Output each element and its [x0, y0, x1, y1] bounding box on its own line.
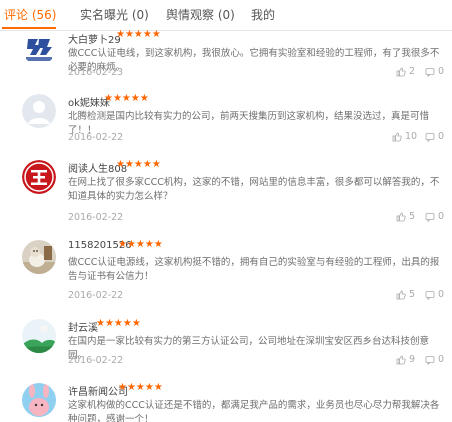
like-count: 9	[409, 354, 416, 365]
user-avatar[interactable]	[22, 240, 56, 274]
like-count: 5	[409, 211, 416, 222]
like-button[interactable]: 9	[396, 354, 415, 365]
comment-icon	[425, 355, 435, 365]
comment-button[interactable]: 0	[425, 354, 444, 365]
like-button[interactable]: 5	[396, 289, 415, 300]
rating-stars: ★★★★★	[96, 318, 141, 329]
review-date: 2016-02-22	[68, 355, 124, 366]
review-tabs: 评论 (56) 实名曝光 (0) 舆情观察 (0) 我的	[0, 0, 452, 31]
rating-stars: ★★★★★	[118, 239, 163, 250]
cartoon-avatar-icon	[22, 383, 56, 417]
like-button[interactable]: 5	[396, 211, 415, 222]
review-date: 2016-02-22	[68, 290, 124, 301]
like-count: 2	[409, 66, 416, 77]
photo-avatar-icon	[22, 240, 56, 274]
comment-count: 0	[438, 211, 445, 222]
user-avatar[interactable]	[22, 160, 56, 194]
landscape-avatar-icon	[22, 319, 56, 353]
comment-count: 0	[438, 289, 445, 300]
review-content: 北腾检测是国内比较有实力的公司，前两天搜集历到这家机构，结果没选过，真是可惜了！…	[68, 111, 430, 136]
review-content: 在国内是一家比较有实力的第三方认证公司，公司地址在深圳宝安区西乡台达科技创意园。	[68, 336, 430, 361]
comment-button[interactable]: 0	[425, 211, 444, 222]
reviewer-name[interactable]: 封云溪	[68, 319, 98, 334]
like-button[interactable]: 10	[392, 131, 417, 142]
thumbs-up-icon	[392, 132, 402, 141]
reviewer-name[interactable]: 大白萝卜29	[68, 31, 121, 46]
review-item: 许昌新闻公司 ★★★★★ 这家机构做的CCC认证还是不错的，都满足我产品的需求，…	[0, 383, 452, 422]
review-date: 2016-02-23	[68, 67, 124, 78]
thumbs-up-icon	[396, 355, 406, 364]
tab-public-opinion[interactable]: 舆情观察 (0)	[166, 6, 235, 23]
user-avatar[interactable]	[22, 319, 56, 353]
comment-button[interactable]: 0	[425, 131, 444, 142]
comment-icon	[425, 290, 435, 300]
like-count: 10	[405, 131, 418, 142]
rating-stars: ★★★★★	[104, 93, 149, 104]
comment-icon	[425, 67, 435, 77]
user-avatar[interactable]	[22, 94, 56, 128]
rating-stars: ★★★★★	[116, 159, 161, 170]
review-content: 这家机构做的CCC认证还是不错的，都满足我产品的需求，业务员也尽心尽力帮我解决各…	[68, 400, 440, 422]
rating-stars: ★★★★★	[118, 383, 163, 393]
thumbs-up-icon	[396, 212, 406, 221]
tab-reviews[interactable]: 评论 (56)	[4, 6, 56, 23]
active-tab-indicator	[2, 27, 56, 29]
review-content: 做CCC认证电源线，这家机构挺不错的，拥有自己的实验室与有经验的工程师，出具的报…	[68, 257, 440, 282]
comment-icon	[425, 132, 435, 142]
user-avatar[interactable]	[22, 31, 56, 65]
comment-button[interactable]: 0	[425, 289, 444, 300]
thumbs-up-icon	[396, 67, 406, 76]
review-date: 2016-02-22	[68, 132, 124, 143]
default-avatar-icon	[22, 94, 56, 128]
user-avatar[interactable]	[22, 383, 56, 417]
tab-mine[interactable]: 我的	[251, 6, 275, 23]
red-emblem-avatar-icon	[22, 160, 56, 194]
comment-button[interactable]: 0	[425, 66, 444, 77]
comment-count: 0	[438, 354, 445, 365]
tab-real-name-exposure[interactable]: 实名曝光 (0)	[80, 6, 149, 23]
like-button[interactable]: 2	[396, 66, 415, 77]
like-count: 5	[409, 289, 416, 300]
review-item: 1158201526 ★★★★★ 做CCC认证电源线，这家机构挺不错的，拥有自己…	[0, 239, 452, 320]
review-date: 2016-02-22	[68, 212, 124, 223]
review-item: 阅读人生808 ★★★★★ 在网上找了很多家CCC机构，这家的不错，网站里的信息…	[0, 159, 452, 240]
thumbs-up-icon	[396, 290, 406, 299]
review-content: 做CCC认证电线，到这家机构，我很放心。它拥有实验室和经验的工程师，有了我很多不…	[68, 48, 440, 73]
review-content: 在网上找了很多家CCC机构，这家的不错，网站里的信息丰富，很多都可以解答我的，不…	[68, 177, 440, 202]
rating-stars: ★★★★★	[116, 29, 161, 40]
comment-icon	[425, 212, 435, 222]
comment-count: 0	[438, 131, 445, 142]
logo-avatar-icon	[22, 31, 56, 65]
comment-count: 0	[438, 66, 445, 77]
